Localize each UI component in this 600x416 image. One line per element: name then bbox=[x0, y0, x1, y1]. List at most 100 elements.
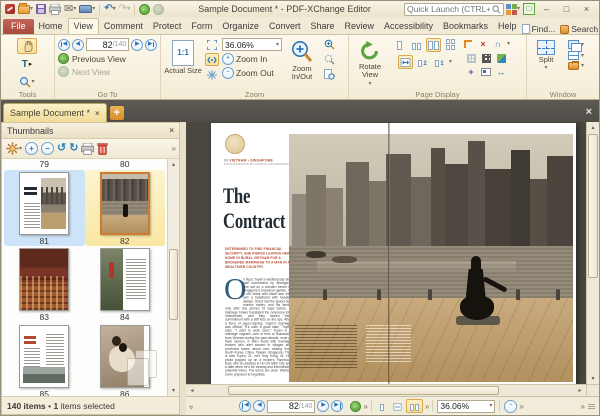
dropdown-caret-icon[interactable]: ▾ bbox=[517, 6, 520, 12]
delete-pages-button[interactable]: × bbox=[477, 38, 489, 50]
tab-accessibility[interactable]: Accessibility bbox=[379, 19, 438, 34]
quick-launch-box[interactable] bbox=[404, 3, 504, 16]
thumbnail-page-79[interactable]: 79 bbox=[4, 159, 85, 170]
close-document-tab-icon[interactable]: × bbox=[95, 109, 100, 118]
zoom-to-selection-button[interactable] bbox=[322, 38, 336, 51]
next-page-button[interactable]: ▶ bbox=[317, 400, 329, 412]
dropdown-caret-icon[interactable]: ▾ bbox=[92, 6, 95, 12]
dropdown-caret-icon[interactable]: ▾ bbox=[73, 6, 76, 12]
thumbnail-page-80[interactable]: 80 bbox=[85, 159, 166, 170]
thumbnail-page-82[interactable]: 82 bbox=[85, 170, 166, 247]
scrollbar-thumb[interactable] bbox=[588, 134, 598, 278]
next-view-button[interactable]: → Next View bbox=[58, 66, 157, 77]
scroll-down-icon[interactable]: ▾ bbox=[168, 385, 179, 396]
resize-grip[interactable] bbox=[588, 404, 595, 409]
dropdown-caret-icon[interactable]: ▾ bbox=[581, 63, 584, 69]
previous-view-button[interactable]: ← bbox=[350, 401, 361, 412]
tab-convert[interactable]: Convert bbox=[264, 19, 306, 34]
tab-form[interactable]: Form bbox=[186, 19, 217, 34]
close-document-button[interactable]: × bbox=[586, 106, 599, 122]
coordinates-button[interactable] bbox=[480, 66, 492, 78]
thumbnails-options-button[interactable]: ▾ bbox=[6, 141, 22, 157]
more-status-chevron[interactable]: » bbox=[581, 402, 584, 411]
close-panel-icon[interactable]: × bbox=[169, 126, 174, 135]
fit-visible-button[interactable] bbox=[205, 68, 219, 81]
page-transitions-button[interactable] bbox=[495, 52, 507, 64]
scroll-right-icon[interactable]: ▸ bbox=[574, 387, 586, 394]
fit-page-button[interactable] bbox=[205, 38, 219, 51]
snap-button[interactable]: ∩ bbox=[492, 38, 504, 50]
scroll-up-icon[interactable]: ▴ bbox=[587, 122, 599, 133]
dropdown-caret-icon[interactable]: ▾ bbox=[368, 81, 371, 87]
scroll-left-icon[interactable]: ◂ bbox=[186, 387, 198, 394]
show-grid-button[interactable] bbox=[465, 52, 477, 64]
maximize-button[interactable]: □ bbox=[557, 2, 576, 16]
dropdown-caret-icon[interactable]: ▾ bbox=[581, 53, 584, 59]
dynamic-zoom-button[interactable] bbox=[322, 53, 336, 66]
view-history-chevron[interactable]: » bbox=[363, 402, 366, 411]
actual-size-button[interactable]: 1:1 Actual Size bbox=[164, 38, 202, 88]
forward-view-button[interactable]: → bbox=[152, 3, 165, 16]
previous-page-button[interactable]: ◀ bbox=[253, 400, 265, 412]
document-canvas[interactable]: 03VIETNAM • SINGAPORE PHOTOGRAPHS BY AMR… bbox=[186, 122, 586, 384]
split-button[interactable]: Split▾ bbox=[530, 38, 562, 88]
cover-mode-button[interactable]: 2 bbox=[415, 55, 430, 69]
first-page-button[interactable]: ◀ bbox=[58, 39, 70, 51]
zoom-out-button[interactable]: −Zoom Out bbox=[222, 67, 274, 79]
zoom-level-combobox[interactable]: 36.06%▾ bbox=[222, 38, 282, 51]
dropdown-caret-icon[interactable]: ▾ bbox=[507, 41, 510, 47]
dropdown-caret-icon[interactable]: ▾ bbox=[31, 79, 34, 85]
tab-review[interactable]: Review bbox=[340, 19, 380, 34]
zoom-level-combobox[interactable]: 36.06%▾ bbox=[437, 400, 495, 413]
zoom-in-button[interactable]: +Zoom In bbox=[222, 53, 267, 65]
status-chevron[interactable]: » bbox=[187, 404, 196, 407]
single-page-view-button[interactable] bbox=[376, 400, 389, 413]
dropdown-caret-icon[interactable]: ▾ bbox=[19, 146, 22, 152]
tab-share[interactable]: Share bbox=[305, 19, 339, 34]
first-page-button[interactable]: ◀ bbox=[239, 400, 251, 412]
select-text-tool-button[interactable]: T▸ bbox=[17, 56, 37, 72]
print-button[interactable] bbox=[48, 3, 62, 16]
new-tab-button[interactable]: + bbox=[110, 106, 124, 120]
scrollbar-thumb[interactable] bbox=[228, 386, 499, 395]
thumbnail-page-84[interactable]: 84 bbox=[85, 246, 166, 323]
close-button[interactable]: × bbox=[577, 2, 596, 16]
two-pages-view-button[interactable] bbox=[406, 399, 423, 413]
rotate-ccw-button[interactable]: ↺ bbox=[57, 141, 66, 157]
fullscreen-button[interactable]: □ bbox=[522, 3, 536, 16]
tab-bookmarks[interactable]: Bookmarks bbox=[438, 19, 493, 34]
rotate-cw-button[interactable]: ↻ bbox=[69, 141, 78, 157]
previous-view-button[interactable]: ← Previous View bbox=[58, 53, 157, 64]
tab-comment[interactable]: Comment bbox=[99, 19, 148, 34]
tile-windows-button[interactable]: ▾ bbox=[568, 51, 584, 60]
fit-width-display-button[interactable] bbox=[398, 55, 413, 69]
page-preview-button[interactable] bbox=[322, 68, 336, 81]
scan-button[interactable]: ▾ bbox=[78, 3, 96, 16]
resize-page-button[interactable]: ↔ bbox=[495, 66, 507, 78]
dropdown-caret-icon[interactable]: ▾ bbox=[113, 6, 116, 12]
first-page-alone-button[interactable]: 1 bbox=[432, 55, 447, 69]
rulers-button[interactable]: + bbox=[465, 66, 477, 78]
fit-width-button[interactable] bbox=[205, 53, 219, 66]
minimize-button[interactable]: – bbox=[537, 2, 556, 16]
fit-width-view-button[interactable] bbox=[391, 400, 404, 413]
enlarge-thumbnails-button[interactable]: + bbox=[25, 142, 38, 155]
undo-button[interactable]: ↶▾ bbox=[103, 3, 116, 16]
ui-options-button[interactable]: ▾ bbox=[505, 3, 521, 16]
scroll-down-icon[interactable]: ▾ bbox=[587, 373, 599, 384]
thumbnail-page-85[interactable]: 85 bbox=[4, 323, 85, 397]
zoom-chevron[interactable]: » bbox=[519, 402, 522, 411]
horizontal-scrollbar[interactable]: ◂ ▸ bbox=[186, 384, 586, 396]
dropdown-caret-icon[interactable]: ▾ bbox=[544, 65, 547, 71]
redo-button[interactable]: ↷▾ bbox=[118, 3, 131, 16]
find-button[interactable]: Find... bbox=[522, 24, 556, 34]
continuous-view-button[interactable] bbox=[409, 38, 424, 52]
email-button[interactable]: ✉▾ bbox=[63, 3, 77, 16]
page-number-input[interactable]: 82/140 bbox=[86, 38, 130, 51]
tab-organize[interactable]: Organize bbox=[217, 19, 264, 34]
save-button[interactable] bbox=[35, 3, 47, 16]
cascade-windows-button[interactable]: ▾ bbox=[568, 40, 584, 49]
zoom-out-button[interactable]: − bbox=[504, 400, 517, 413]
back-view-button[interactable]: ← bbox=[138, 3, 151, 16]
show-guides-button[interactable] bbox=[480, 52, 492, 64]
